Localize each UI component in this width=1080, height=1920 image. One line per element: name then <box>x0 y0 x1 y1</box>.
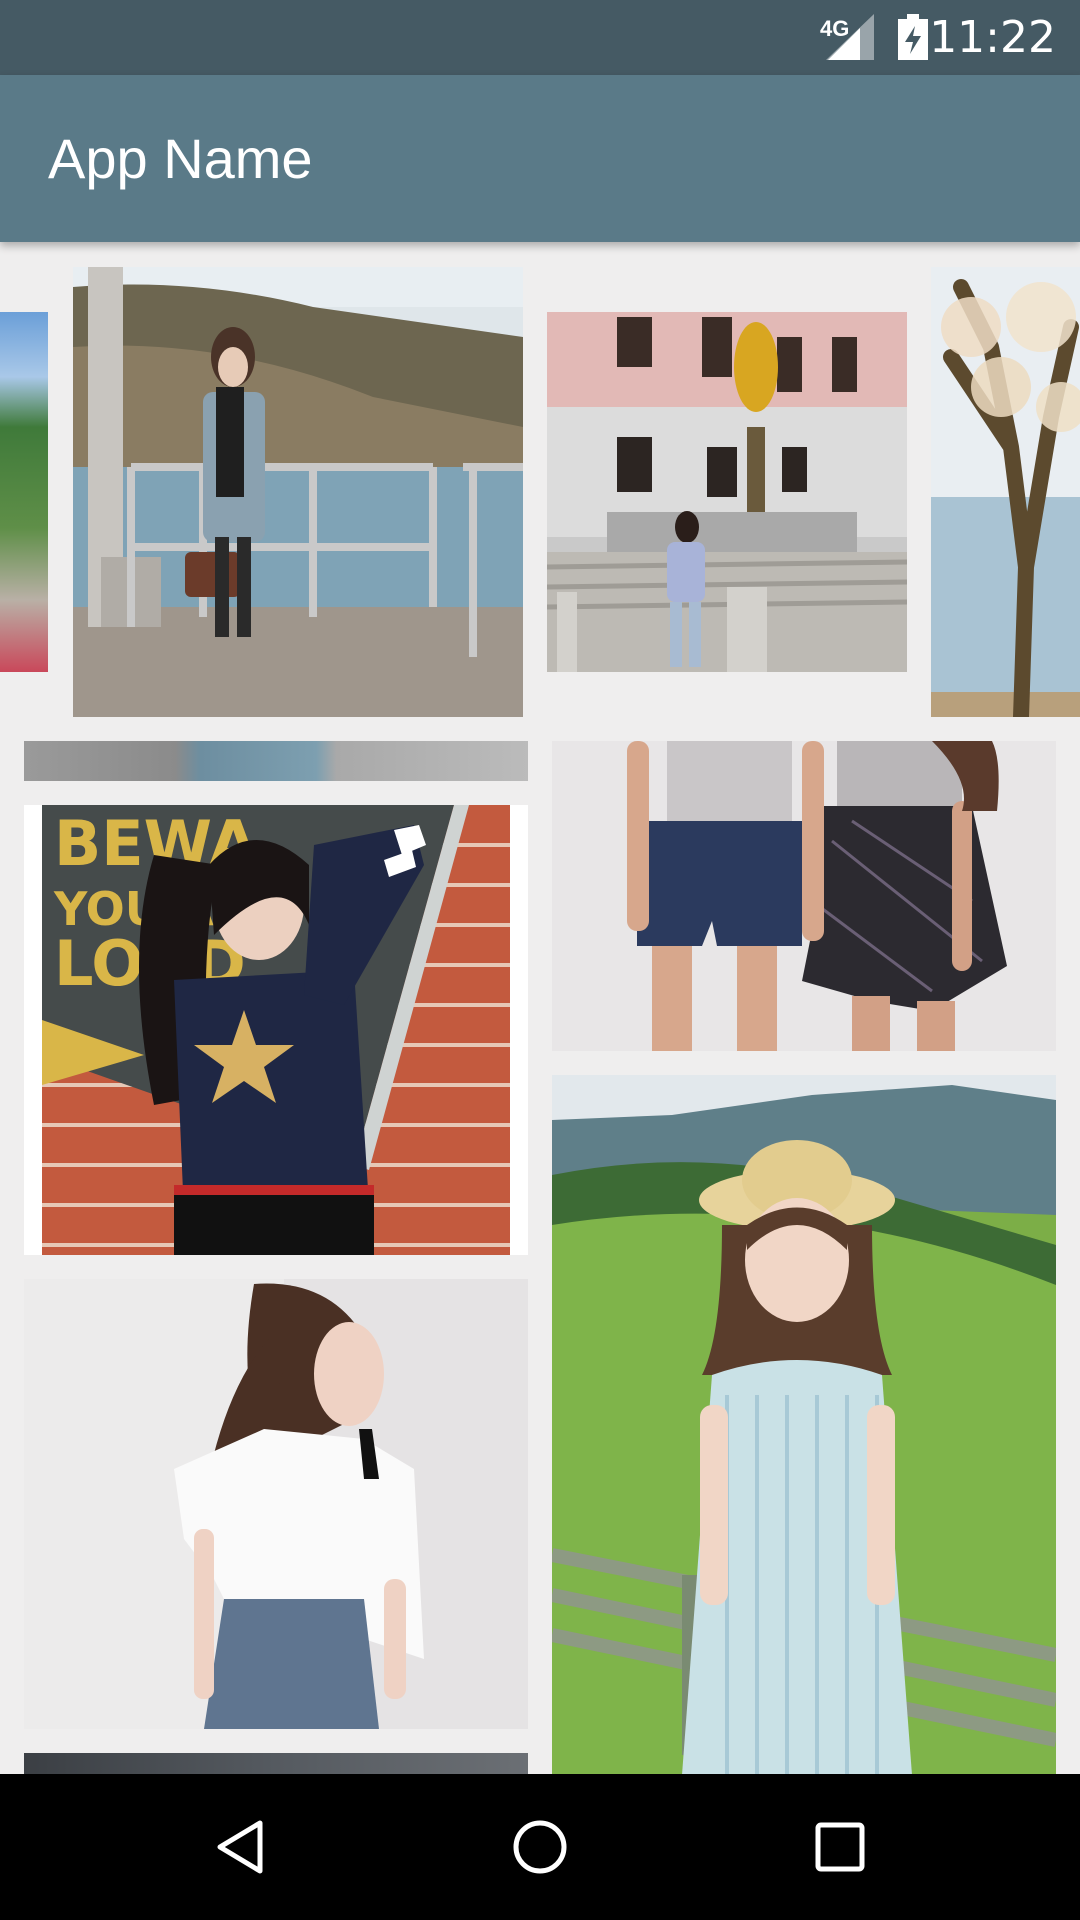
shorts-scene-image <box>552 741 1056 1051</box>
home-icon <box>513 1820 567 1874</box>
battery-charging-icon <box>898 14 928 60</box>
system-navigation-bar <box>0 1774 1080 1920</box>
grid-photo-white-top[interactable] <box>24 1279 528 1729</box>
status-time: 11:22 <box>929 12 1056 63</box>
grid-photo-star-sweater[interactable]: BEWA YOU ARE LOUD <box>24 805 528 1255</box>
star-sweater-scene-image: BEWA YOU ARE LOUD <box>42 805 510 1255</box>
meadow-hat-scene-image <box>552 1075 1056 1774</box>
fountain-scene-image <box>547 312 907 672</box>
white-top-scene-image <box>24 1279 528 1729</box>
recents-button[interactable] <box>795 1802 885 1892</box>
back-icon <box>217 1820 263 1874</box>
app-bar: App Name <box>0 75 1080 242</box>
home-button[interactable] <box>495 1802 585 1892</box>
carousel-photo-left-partial[interactable] <box>0 312 48 672</box>
grid-photo-partial-bottom[interactable] <box>24 1753 528 1774</box>
tree-scene-image <box>931 267 1080 717</box>
pier-scene-image <box>73 267 523 717</box>
carousel-photo-tree-partial[interactable] <box>931 267 1080 717</box>
grid-photo-partial-top[interactable] <box>24 741 528 781</box>
status-bar: 4G 11:22 <box>0 0 1080 75</box>
photo-feed[interactable]: BEWA YOU ARE LOUD <box>0 242 1080 1774</box>
recents-icon <box>815 1822 865 1872</box>
carousel-photo-pier[interactable] <box>73 267 523 717</box>
back-button[interactable] <box>195 1802 285 1892</box>
carousel-photo-fountain[interactable] <box>547 312 907 672</box>
grid-photo-shorts[interactable] <box>552 741 1056 1051</box>
grid-photo-meadow-hat[interactable] <box>552 1075 1056 1774</box>
signal-icon <box>826 14 874 60</box>
app-title: App Name <box>48 127 313 190</box>
